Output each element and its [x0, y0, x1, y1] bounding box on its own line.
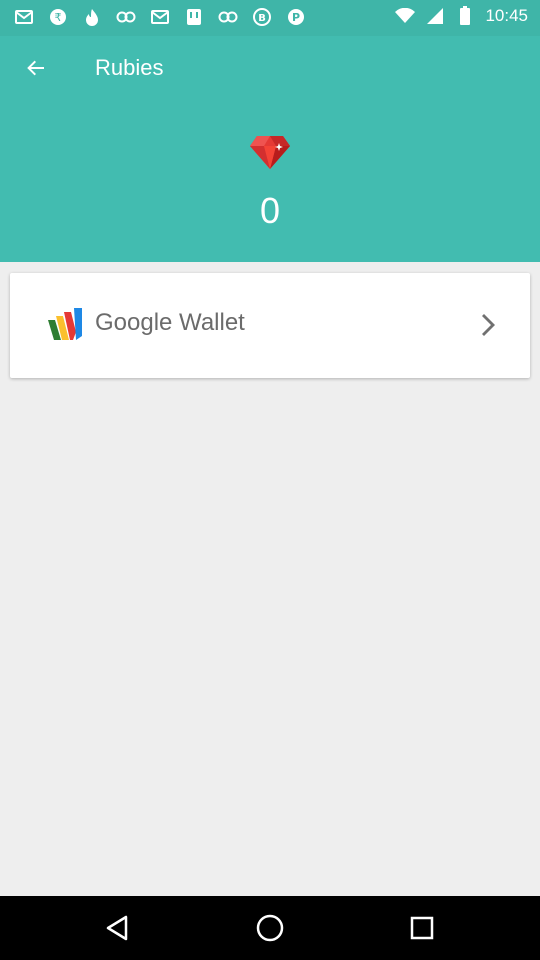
signal-icon — [425, 7, 445, 25]
wifi-icon — [395, 7, 416, 25]
home-circle-icon — [256, 914, 284, 942]
back-button[interactable] — [16, 48, 56, 88]
notification-icons: ₹ B P — [14, 8, 306, 26]
svg-text:₹: ₹ — [55, 11, 62, 24]
google-wallet-icon — [48, 308, 82, 340]
ruby-balance: 0 — [259, 190, 281, 231]
nav-recents-button[interactable] — [406, 912, 438, 944]
status-bar: ₹ B P 10:45 — [0, 0, 540, 36]
link-icon — [116, 8, 136, 26]
back-triangle-icon — [106, 915, 128, 941]
navigation-bar — [0, 896, 540, 960]
chevron-right-icon — [482, 314, 495, 336]
google-wallet-label: Google Wallet — [95, 309, 245, 336]
tinder-icon — [82, 8, 102, 26]
mail-icon — [150, 8, 170, 26]
ruby-icon — [250, 136, 290, 169]
balance-panel: 0 — [0, 100, 540, 262]
clock: 10:45 — [485, 6, 528, 25]
recents-square-icon — [410, 916, 434, 940]
link-icon — [218, 8, 238, 26]
nav-back-button[interactable] — [102, 912, 134, 944]
page-title: Rubies — [95, 55, 164, 80]
app-bar: Rubies — [0, 36, 540, 100]
svg-text:B: B — [258, 13, 266, 24]
rupee-icon: ₹ — [48, 8, 68, 26]
b-icon: B — [252, 8, 272, 26]
nav-home-button[interactable] — [254, 912, 286, 944]
pinterest-icon: P — [286, 8, 306, 26]
google-wallet-option[interactable]: Google Wallet — [10, 273, 530, 378]
arrow-left-icon — [27, 60, 44, 76]
bank-icon — [184, 8, 204, 26]
mail-icon — [14, 8, 34, 26]
svg-text:P: P — [292, 11, 300, 24]
battery-icon — [455, 6, 475, 25]
system-status: 10:45 — [395, 6, 528, 26]
